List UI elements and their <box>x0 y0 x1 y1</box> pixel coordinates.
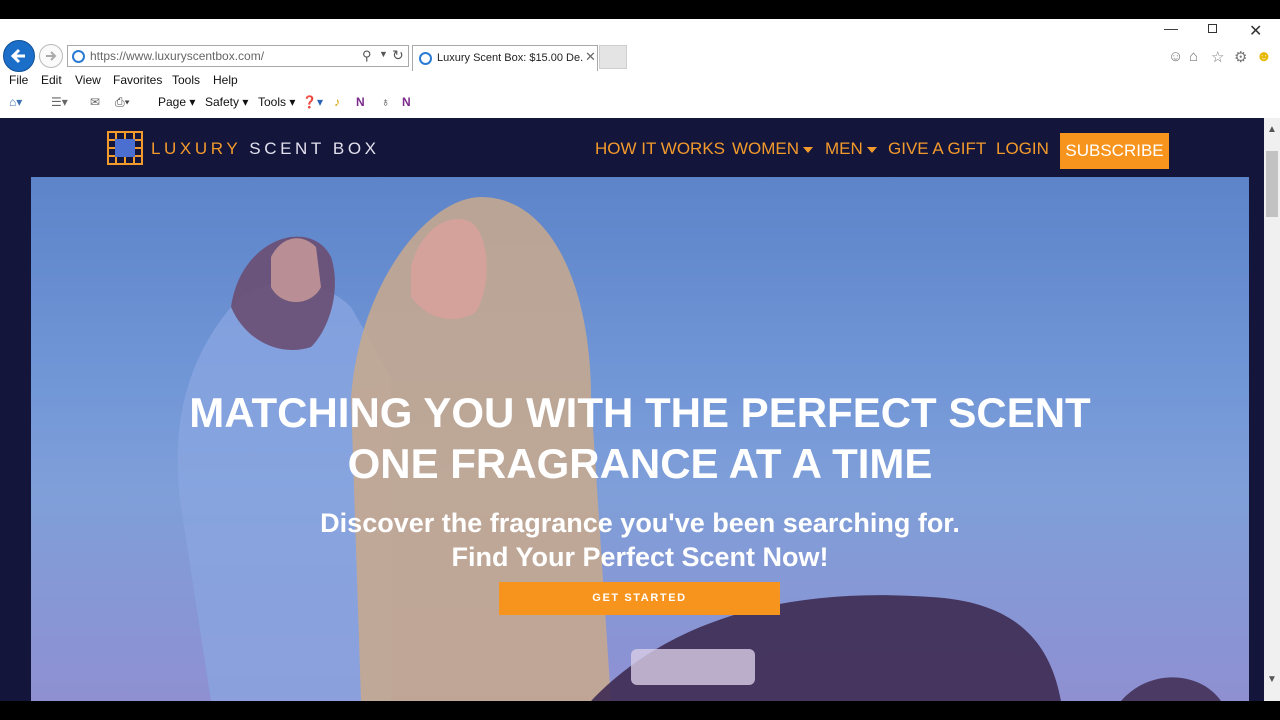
letterbox-bottom <box>0 701 1280 720</box>
address-dropdown-icon[interactable]: ▼ <box>379 49 388 59</box>
nav-women-label: WOMEN <box>732 139 800 158</box>
hero-title-line1: MATCHING YOU WITH THE PERFECT SCENT <box>189 389 1091 436</box>
nav-men[interactable]: MEN <box>825 139 877 159</box>
back-button[interactable] <box>3 40 35 72</box>
nav-women[interactable]: WOMEN <box>732 139 814 159</box>
letterbox-top <box>0 0 1280 19</box>
home-cmd-icon[interactable]: ⌂▾ <box>9 95 22 109</box>
new-tab-button[interactable] <box>599 45 627 69</box>
onenote-icon[interactable]: N <box>356 95 365 109</box>
feedback-icon[interactable]: ☺ <box>1168 48 1183 65</box>
close-window-icon[interactable]: ✕ <box>1249 21 1262 41</box>
ie-page-icon <box>72 50 85 63</box>
chevron-down-icon <box>866 146 877 153</box>
get-started-button[interactable]: GET STARTED <box>499 582 780 615</box>
brand-word-luxury: LUXURY <box>151 139 241 158</box>
mail-icon[interactable]: ✉ <box>90 95 100 109</box>
address-text[interactable]: https://www.luxuryscentbox.com/ <box>90 49 264 63</box>
tab-favicon-icon <box>419 52 432 65</box>
subscribe-button[interactable]: SUBSCRIBE <box>1060 133 1169 169</box>
hero-title-line2: ONE FRAGRANCE AT A TIME <box>347 440 933 487</box>
address-bar[interactable]: https://www.luxuryscentbox.com/ ⚲ ▼ ↻ <box>67 45 409 67</box>
hero-title: MATCHING YOU WITH THE PERFECT SCENT ONE … <box>31 387 1249 489</box>
nav-men-label: MEN <box>825 139 863 158</box>
tab-title: Luxury Scent Box: $15.00 De... <box>437 52 583 64</box>
menu-edit[interactable]: Edit <box>41 73 62 87</box>
page-menu[interactable]: Page ▾ <box>158 95 195 109</box>
site-brand-name[interactable]: LUXURY SCENT BOX <box>151 139 380 159</box>
back-arrow-icon <box>10 48 25 64</box>
onenote-send-icon[interactable]: N <box>402 95 411 109</box>
search-icon[interactable]: ⚲ <box>362 48 372 64</box>
lightbulb-icon[interactable]: ♁ <box>381 95 390 109</box>
web-page: LUXURY SCENT BOX HOW IT WORKS WOMEN MEN … <box>0 118 1264 701</box>
print-icon[interactable]: ⎙▾ <box>115 95 130 110</box>
chevron-down-icon <box>803 146 814 153</box>
luxury-scent-box-logo[interactable] <box>107 131 143 165</box>
home-icon[interactable]: ⌂ <box>1189 48 1198 65</box>
menu-file[interactable]: File <box>9 73 28 87</box>
gear-icon[interactable]: ⚙ <box>1234 48 1247 66</box>
safety-menu[interactable]: Safety ▾ <box>205 95 248 109</box>
smiley-icon[interactable]: ☻ <box>1256 48 1272 65</box>
nav-how-it-works[interactable]: HOW IT WORKS <box>595 139 725 159</box>
vertical-scrollbar[interactable]: ▲ ▼ <box>1264 118 1280 701</box>
forward-arrow-icon <box>46 51 57 61</box>
menu-view[interactable]: View <box>75 73 101 87</box>
tools-menu[interactable]: Tools ▾ <box>258 95 295 109</box>
restore-icon[interactable] <box>1208 24 1217 33</box>
scroll-up-icon[interactable]: ▲ <box>1267 124 1277 135</box>
hero-banner: MATCHING YOU WITH THE PERFECT SCENT ONE … <box>31 177 1249 701</box>
nav-give-a-gift[interactable]: GIVE A GIFT <box>888 139 986 159</box>
tab-active[interactable]: Luxury Scent Box: $15.00 De... ✕ <box>412 45 598 71</box>
hero-subtitle-line1: Discover the fragrance you've been searc… <box>320 508 960 538</box>
help-icon[interactable]: ❓▾ <box>302 95 323 109</box>
brand-word-scent-box: SCENT BOX <box>249 139 380 158</box>
nav-login[interactable]: LOGIN <box>996 139 1049 159</box>
forward-button[interactable] <box>39 44 63 68</box>
addon-icon[interactable]: ♪ <box>334 95 340 109</box>
tab-close-icon[interactable]: ✕ <box>585 49 596 65</box>
minimize-icon[interactable]: — <box>1164 20 1178 36</box>
hero-subtitle: Discover the fragrance you've been searc… <box>31 506 1249 574</box>
scroll-thumb[interactable] <box>1266 151 1278 217</box>
menu-help[interactable]: Help <box>213 73 238 87</box>
hero-subtitle-line2: Find Your Perfect Scent Now! <box>451 542 829 572</box>
menu-tools[interactable]: Tools <box>172 73 200 87</box>
menu-favorites[interactable]: Favorites <box>113 73 162 87</box>
feeds-icon[interactable]: ☰▾ <box>51 95 68 109</box>
refresh-icon[interactable]: ↻ <box>392 47 404 64</box>
favorites-star-icon[interactable]: ☆ <box>1211 48 1224 66</box>
scroll-down-icon[interactable]: ▼ <box>1267 674 1277 685</box>
